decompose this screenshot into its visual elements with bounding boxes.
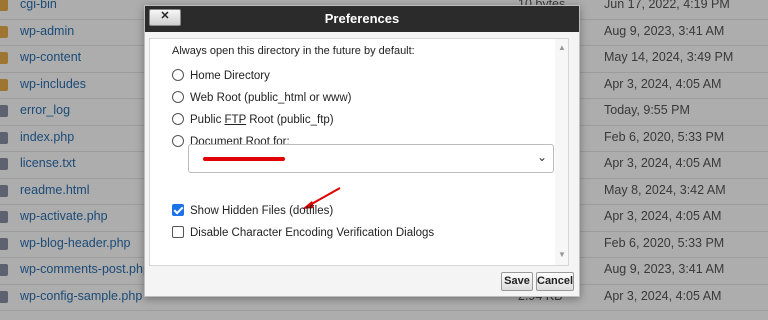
preferences-dialog: ✕ Preferences Always open this directory… (144, 5, 580, 297)
disable-encoding-label: Disable Character Encoding Verification … (190, 227, 435, 239)
document-root-select[interactable]: ⌄ (188, 144, 554, 173)
scroll-up-icon[interactable]: ▲ (558, 43, 566, 52)
option-ftp-suffix: Root (public_ftp) (246, 114, 334, 126)
save-button[interactable]: Save (501, 272, 533, 291)
radio-web-root[interactable] (172, 91, 184, 103)
chevron-down-icon: ⌄ (536, 150, 547, 164)
option-show-hidden-files[interactable]: Show Hidden Files (dotfiles) (172, 204, 333, 217)
show-hidden-checkbox[interactable] (172, 204, 184, 216)
scroll-down-icon[interactable]: ▼ (558, 250, 566, 259)
option-disable-encoding-dialogs[interactable]: Disable Character Encoding Verification … (172, 226, 434, 239)
preferences-content: Always open this directory in the future… (149, 38, 569, 266)
option-ftp-prefix: Public (190, 114, 225, 126)
option-public-ftp-root[interactable]: Public FTP Root (public_ftp) (172, 113, 334, 126)
radio-home[interactable] (172, 69, 184, 81)
option-home-directory[interactable]: Home Directory (172, 69, 270, 82)
redaction-scribble (203, 157, 285, 161)
option-web-label: Web Root (public_html or www) (190, 92, 352, 104)
option-web-root[interactable]: Web Root (public_html or www) (172, 91, 351, 104)
default-directory-heading: Always open this directory in the future… (172, 45, 415, 57)
option-home-label: Home Directory (190, 70, 270, 82)
dialog-titlebar: ✕ Preferences (145, 6, 579, 32)
disable-encoding-checkbox[interactable] (172, 226, 184, 238)
show-hidden-label: Show Hidden Files (dotfiles) (190, 205, 334, 217)
radio-document-root[interactable] (172, 135, 184, 147)
radio-ftp-root[interactable] (172, 113, 184, 125)
content-scrollbar[interactable]: ▲ ▼ (555, 39, 568, 265)
dialog-title: Preferences (324, 11, 400, 26)
option-ftp-underlined: FTP (224, 114, 247, 126)
cancel-button[interactable]: Cancel (536, 272, 574, 291)
